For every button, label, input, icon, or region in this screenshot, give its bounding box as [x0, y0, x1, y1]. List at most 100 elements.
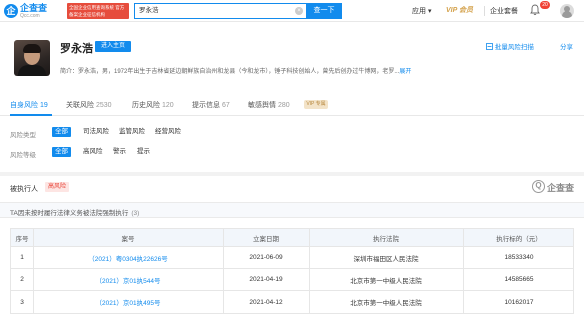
column-divider — [33, 229, 34, 246]
tab-related-risk[interactable]: 关联风险 2530 — [66, 100, 112, 110]
column-divider — [309, 247, 310, 268]
tab-notice-info[interactable]: 提示信息 67 — [192, 100, 230, 110]
column-divider — [223, 229, 224, 246]
column-header: 执行法院 — [373, 235, 399, 243]
qcc-watermark: Q 企查查 — [532, 180, 578, 194]
execution-amount: 10162017 — [504, 298, 534, 306]
top-header: 企 企查查 Qcc.com 全国企业信用查询系统 官方备案企业征信机构 罗永浩 … — [0, 0, 584, 22]
table-row: 3 （2021）京01执495号 2021-04-12 北京市第一中级人民法院 … — [11, 291, 573, 313]
executing-court: 深圳市福田区人民法院 — [353, 255, 419, 263]
tab-label: 敏感舆情 — [248, 102, 276, 109]
filter-type-regulatory[interactable]: 监管风险 — [116, 127, 148, 137]
tab-history-risk[interactable]: 历史风险 120 — [132, 100, 174, 110]
column-divider — [463, 291, 464, 313]
person-name: 罗永浩 — [60, 43, 93, 55]
column-header: 序号 — [15, 235, 29, 243]
tab-count: 2530 — [96, 102, 112, 109]
column-divider — [463, 247, 464, 268]
nav-enterprise-link[interactable]: 企业套餐 — [490, 6, 518, 16]
person-photo — [14, 40, 50, 76]
tab-count: 19 — [40, 102, 48, 109]
risk-tabs: 自身风险 19 关联风险 2530 历史风险 120 提示信息 67 敏感舆情 280 — [0, 96, 584, 116]
tab-label: 自身风险 — [10, 102, 38, 109]
high-risk-tag: 高风险 — [45, 182, 69, 192]
table-row: 1 （2021）粤0304执22626号 2021-06-09 深圳市福田区人民… — [11, 247, 573, 269]
execution-amount: 14585665 — [504, 276, 534, 283]
enter-homepage-button[interactable]: 进入主页 — [95, 41, 131, 52]
executing-court: 北京市第一中级人民法院 — [350, 300, 422, 307]
user-avatar[interactable] — [560, 4, 574, 18]
tab-self-risk[interactable]: 自身风险 19 — [10, 100, 48, 110]
nav-app-label: 应用 — [412, 8, 426, 15]
column-divider — [223, 247, 224, 268]
column-divider — [223, 269, 224, 290]
notification-badge: 20 — [540, 1, 550, 9]
row-index: 3 — [20, 298, 24, 306]
nav-divider — [484, 6, 485, 16]
executing-court: 北京市第一中级人民法院 — [350, 277, 422, 285]
active-tab-indicator — [10, 114, 52, 116]
logo-title: 企查查 — [20, 3, 48, 13]
filing-date: 2021-06-09 — [249, 254, 283, 261]
bell-icon[interactable] — [530, 4, 540, 16]
search-button[interactable]: 查一下 — [306, 3, 342, 19]
column-divider — [33, 291, 34, 313]
risk-type-label: 风险类型 — [10, 132, 36, 139]
filter-type-all[interactable]: 全部 — [52, 127, 71, 137]
vip-exclusive-tag: VIP 专属 — [304, 100, 328, 109]
search-input[interactable]: 罗永浩 × — [134, 3, 306, 19]
column-divider — [223, 291, 224, 313]
filter-type-judicial[interactable]: 司法风险 — [80, 127, 112, 137]
risk-level-label: 风险等级 — [10, 152, 36, 159]
nav-vip-link[interactable]: VIP 会员 — [446, 5, 473, 15]
row-index: 2 — [20, 276, 24, 283]
tab-sensitive-news[interactable]: 敏感舆情 280 — [248, 100, 290, 110]
bio-text: 简介：罗永浩，男，1972年出生于吉林省延边朝鲜族自治州和龙县（今和龙市），锤子… — [60, 69, 400, 75]
site-logo[interactable]: 企 企查查 Qcc.com — [4, 3, 66, 19]
tab-label: 提示信息 — [192, 102, 220, 109]
column-header: 案号 — [121, 235, 135, 243]
subsection-title: TA因未按时履行法律义务被法院强制执行 (3) — [10, 207, 139, 217]
logo-mark-icon: Q — [532, 180, 545, 193]
share-button[interactable]: 分享 — [560, 41, 573, 51]
execution-amount: 18533340 — [504, 254, 534, 261]
filing-date: 2021-04-12 — [249, 298, 283, 306]
filter-type-operating[interactable]: 经营风险 — [152, 127, 184, 137]
filter-level-warning[interactable]: 警示 — [110, 147, 129, 157]
chevron-down-icon: ▾ — [427, 8, 432, 15]
case-number-link[interactable]: （2021）京01执544号 — [33, 269, 223, 290]
bio-expand-link[interactable]: 展开 — [399, 69, 411, 75]
filter-level-notice[interactable]: 提示 — [134, 147, 153, 157]
column-divider — [463, 269, 464, 290]
nav-app-menu[interactable]: 应用 ▾ — [412, 6, 431, 16]
filter-level-high[interactable]: 高风险 — [80, 147, 106, 157]
table-header-row: 序号 案号 立案日期 执行法院 执行标的（元） — [11, 229, 573, 247]
scan-icon — [486, 43, 493, 50]
person-bio: 简介：罗永浩，男，1972年出生于吉林省延边朝鲜族自治州和龙县（今和龙市），锤子… — [60, 66, 411, 75]
batch-risk-scan-button[interactable]: 批量风险扫描 — [486, 41, 534, 51]
tab-label: 关联风险 — [66, 102, 94, 109]
subsection-title-text: TA因未按时履行法律义务被法院强制执行 — [10, 210, 129, 217]
column-divider — [33, 269, 34, 290]
logo-mark: 企 — [4, 4, 18, 18]
column-divider — [309, 229, 310, 246]
batch-risk-scan-label: 批量风险扫描 — [494, 44, 534, 51]
tab-count: 67 — [222, 102, 230, 109]
case-number-link[interactable]: （2021）京01执495号 — [33, 291, 223, 313]
tab-count: 280 — [278, 102, 290, 109]
official-banner: 全国企业信用查询系统 官方备案企业征信机构 — [67, 3, 129, 19]
search-input-value: 罗永浩 — [139, 7, 159, 14]
column-divider — [309, 291, 310, 313]
case-number-link[interactable]: （2021）粤0304执22626号 — [33, 247, 223, 268]
column-divider — [463, 229, 464, 246]
column-divider — [309, 269, 310, 290]
tab-label: 历史风险 — [132, 102, 160, 109]
filter-level-all[interactable]: 全部 — [52, 147, 71, 157]
column-header: 执行标的（元） — [496, 235, 542, 243]
column-divider — [33, 247, 34, 268]
row-index: 1 — [20, 254, 24, 261]
tab-count: 120 — [162, 102, 174, 109]
table-row: 2 （2021）京01执544号 2021-04-19 北京市第一中级人民法院 … — [11, 269, 573, 291]
clear-icon[interactable]: × — [295, 7, 303, 15]
watermark-text: 企查查 — [547, 183, 575, 193]
